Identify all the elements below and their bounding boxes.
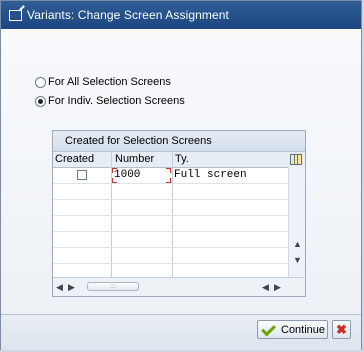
table-title-text: Created for Selection Screens xyxy=(65,135,212,147)
window-title: Variants: Change Screen Assignment xyxy=(27,8,229,22)
scroll-up-icon[interactable]: ▲ xyxy=(293,239,302,249)
scroll-down-icon[interactable]: ▼ xyxy=(293,255,302,265)
radio-all-label: For All Selection Screens xyxy=(48,76,171,88)
cancel-x-icon: ✖ xyxy=(336,322,347,337)
column-header-number[interactable]: Number xyxy=(115,153,154,165)
horizontal-scrollbar[interactable]: ◀ ▶ ::: ◀ ▶ xyxy=(53,277,305,296)
table-row[interactable] xyxy=(53,184,305,200)
button-bar: Continue ✖ xyxy=(1,314,361,350)
table-row[interactable] xyxy=(53,232,305,248)
number-value: 1000 xyxy=(114,169,141,181)
table-row[interactable] xyxy=(53,216,305,232)
scroll-left-icon[interactable]: ◀ xyxy=(262,282,269,293)
radio-button-all[interactable] xyxy=(35,76,46,88)
radio-indiv-screens[interactable]: For Indiv. Selection Screens xyxy=(35,95,185,107)
table-settings-icon[interactable] xyxy=(290,154,302,165)
continue-button[interactable]: Continue xyxy=(257,320,328,339)
cancel-button[interactable]: ✖ xyxy=(332,320,351,339)
title-bar: Variants: Change Screen Assignment xyxy=(1,1,361,29)
created-checkbox[interactable] xyxy=(77,170,87,180)
table-header: Created Number Ty. xyxy=(53,152,305,168)
vertical-scrollbar[interactable]: ▲ ▼ xyxy=(288,167,305,278)
radio-indiv-label: For Indiv. Selection Screens xyxy=(48,95,185,107)
scroll-left-icon[interactable]: ◀ xyxy=(56,282,63,293)
selection-screens-table: Created for Selection Screens Created Nu… xyxy=(52,130,306,297)
number-cell[interactable]: 1000 xyxy=(112,168,171,183)
column-header-created[interactable]: Created xyxy=(55,153,94,165)
table-title: Created for Selection Screens xyxy=(53,131,305,152)
checkmark-icon xyxy=(261,324,275,336)
dialog-window: Variants: Change Screen Assignment For A… xyxy=(0,0,362,350)
type-cell: Full screen xyxy=(174,169,247,181)
scroll-thumb[interactable]: ::: xyxy=(87,282,139,291)
radio-button-indiv[interactable] xyxy=(35,95,46,107)
radio-all-screens[interactable]: For All Selection Screens xyxy=(35,76,171,88)
table-row[interactable] xyxy=(53,200,305,216)
scroll-right-icon[interactable]: ▶ xyxy=(274,282,281,293)
scroll-right-icon[interactable]: ▶ xyxy=(68,282,75,293)
column-header-type[interactable]: Ty. xyxy=(175,153,189,165)
table-row[interactable] xyxy=(53,248,305,264)
continue-label: Continue xyxy=(281,323,326,336)
dialog-body: For All Selection Screens For Indiv. Sel… xyxy=(1,29,361,314)
edit-window-icon xyxy=(9,9,22,21)
table-row[interactable]: 1000 Full screen xyxy=(53,168,305,184)
